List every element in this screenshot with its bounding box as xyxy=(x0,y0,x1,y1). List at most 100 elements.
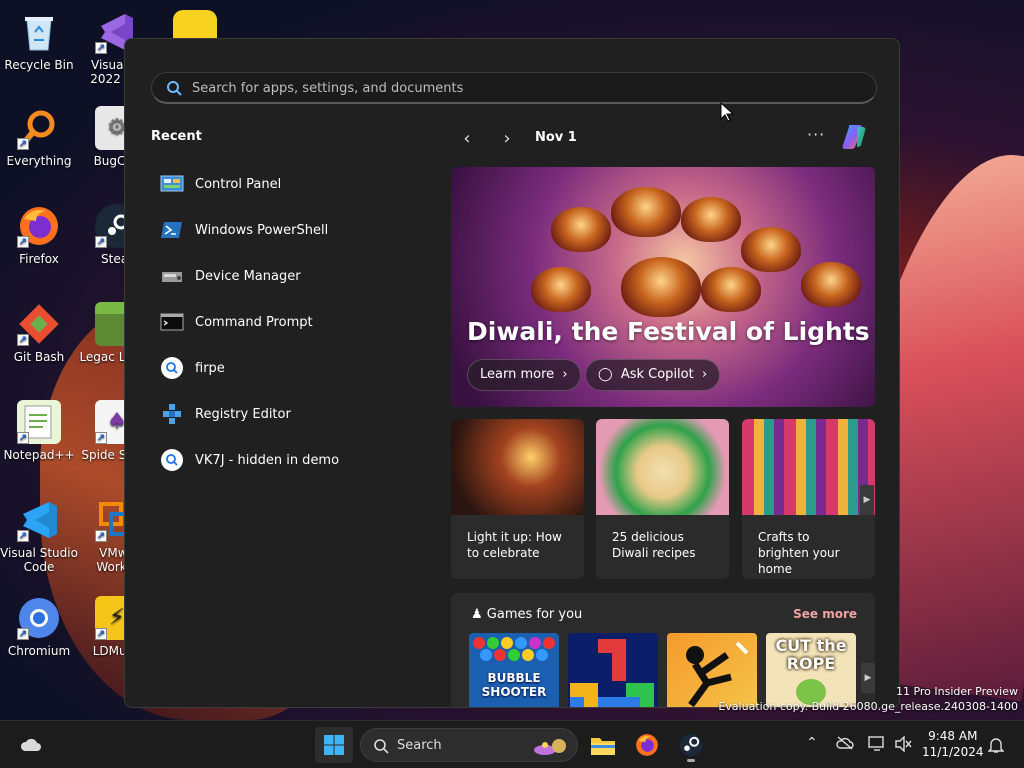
triangle-right-icon: ▶ xyxy=(863,495,871,505)
recent-item-registry-editor[interactable]: Registry Editor xyxy=(151,391,421,437)
diya-image xyxy=(681,197,741,242)
learn-more-button[interactable]: Learn more › xyxy=(467,359,581,391)
recent-item-device-manager[interactable]: Device Manager xyxy=(151,253,421,299)
mouse-cursor-icon xyxy=(720,102,734,122)
volume-muted-icon[interactable] xyxy=(894,736,912,752)
game-title-label: BUBBLE SHOOTER xyxy=(481,671,547,699)
start-search-input[interactable] xyxy=(192,77,852,99)
onedrive-offline-icon[interactable] xyxy=(836,736,854,750)
shortcut-arrow-icon: ↗ xyxy=(17,138,29,150)
game-tile-blocks[interactable] xyxy=(568,633,658,707)
windows-logo-icon xyxy=(324,735,344,755)
taskbar: Search ⌃ 9:48 AM 11/1/2024 xyxy=(0,720,1024,768)
shortcut-arrow-icon: ↗ xyxy=(95,530,107,542)
start-menu: Recent Control Panel Windows PowerShell … xyxy=(124,38,900,708)
taskbar-firefox[interactable] xyxy=(628,727,666,763)
shortcut-arrow-icon: ↗ xyxy=(95,628,107,640)
desktop-icon-chromium[interactable]: ↗ Chromium xyxy=(0,596,78,658)
diya-image xyxy=(801,262,861,307)
weather-widget-button[interactable] xyxy=(12,727,50,763)
registry-editor-icon xyxy=(159,403,185,425)
powershell-icon xyxy=(159,219,185,241)
copilot-icon[interactable] xyxy=(839,121,871,153)
recent-item-control-panel[interactable]: Control Panel xyxy=(151,161,421,207)
desktop-icon-notepadpp[interactable]: ↗ Notepad++ xyxy=(0,400,78,462)
cards-scroll-right-button[interactable]: ▶ xyxy=(860,485,874,515)
shortcut-arrow-icon: ↗ xyxy=(17,432,29,444)
recent-item-command-prompt[interactable]: Command Prompt xyxy=(151,299,421,345)
chevron-right-icon: › xyxy=(558,367,568,382)
shortcut-arrow-icon: ↗ xyxy=(17,530,29,542)
recent-list: Control Panel Windows PowerShell Device … xyxy=(151,161,421,483)
steam-icon xyxy=(679,733,703,757)
show-hidden-icons-chevron-up-icon[interactable]: ⌃ xyxy=(806,735,818,751)
control-panel-icon xyxy=(159,173,185,195)
desktop-icon-git-bash[interactable]: ↗ Git Bash xyxy=(0,302,78,364)
evaluation-watermark: 11 Pro Insider Preview Evaluation copy. … xyxy=(718,685,1018,713)
cloud-icon xyxy=(20,738,41,751)
feed-date: Nov 1 xyxy=(535,130,577,145)
card-image xyxy=(742,419,875,515)
notepadpp-icon: ↗ xyxy=(17,400,61,444)
game-title-label: CUT the ROPE xyxy=(775,636,847,673)
feed-card[interactable]: Light it up: How to celebrate xyxy=(451,419,584,579)
chat-bubble-icon: ◯ xyxy=(598,367,617,382)
shortcut-arrow-icon: ↗ xyxy=(95,236,107,248)
chromium-icon: ↗ xyxy=(17,596,61,640)
diya-image xyxy=(701,267,761,312)
shortcut-arrow-icon: ↗ xyxy=(95,432,107,444)
hero-title: Diwali, the Festival of Lights xyxy=(467,317,870,346)
game-tile-bubble-shooter[interactable]: BUBBLE SHOOTER xyxy=(469,633,559,707)
shortcut-arrow-icon: ↗ xyxy=(17,628,29,640)
search-highlight-diwali-icon xyxy=(534,739,566,755)
running-indicator xyxy=(687,759,695,762)
taskbar-file-explorer[interactable] xyxy=(584,727,622,763)
diya-image xyxy=(531,267,591,312)
recent-item-powershell[interactable]: Windows PowerShell xyxy=(151,207,421,253)
folder-icon xyxy=(591,738,615,755)
notification-bell-icon[interactable] xyxy=(988,736,1004,754)
git-icon: ↗ xyxy=(17,302,61,346)
chevron-right-icon: › xyxy=(697,367,708,382)
games-heading: ♟ Games for you xyxy=(471,607,583,622)
next-button[interactable]: › xyxy=(497,129,517,149)
recent-heading: Recent xyxy=(151,129,202,144)
firefox-icon: ↗ xyxy=(17,204,61,248)
diya-image xyxy=(741,227,801,272)
hero-card[interactable]: Diwali, the Festival of Lights Learn mor… xyxy=(451,167,875,407)
search-icon xyxy=(374,739,389,754)
gamepad-icon: ♟ xyxy=(471,607,487,622)
blocks-art xyxy=(570,639,654,707)
feed-nav: ‹ › Nov 1 ··· xyxy=(451,125,877,153)
diya-image xyxy=(621,257,701,317)
taskbar-steam[interactable] xyxy=(672,727,710,763)
search-icon xyxy=(167,81,182,96)
feed-card[interactable]: 25 delicious Diwali recipes xyxy=(596,419,729,579)
start-button[interactable] xyxy=(315,727,353,763)
shortcut-arrow-icon: ↗ xyxy=(95,42,107,54)
feed-card[interactable]: Crafts to brighten your home xyxy=(742,419,875,579)
taskbar-search-box[interactable]: Search xyxy=(360,728,578,762)
see-more-link[interactable]: See more xyxy=(793,607,857,621)
diya-image xyxy=(611,187,681,237)
recycle-bin-icon xyxy=(17,10,61,54)
ask-copilot-button[interactable]: ◯ Ask Copilot › xyxy=(585,359,721,391)
card-image xyxy=(596,419,729,515)
more-options-button[interactable]: ··· xyxy=(807,125,825,144)
desktop-icon-recycle-bin[interactable]: Recycle Bin xyxy=(0,10,78,72)
search-result-icon xyxy=(159,449,185,471)
device-manager-icon xyxy=(159,265,185,287)
desktop-icon-vscode[interactable]: ↗ Visual Studio Code xyxy=(0,498,78,574)
previous-button[interactable]: ‹ xyxy=(457,129,477,149)
network-icon[interactable] xyxy=(868,736,886,752)
desktop-icon-firefox[interactable]: ↗ Firefox xyxy=(0,204,78,266)
recent-item-search-firpe[interactable]: firpe xyxy=(151,345,421,391)
diya-image xyxy=(551,207,611,252)
taskbar-clock[interactable]: 9:48 AM 11/1/2024 xyxy=(922,728,984,760)
vscode-icon: ↗ xyxy=(17,498,61,542)
triangle-right-icon: ▶ xyxy=(864,673,872,683)
firefox-icon xyxy=(636,734,658,756)
start-search-box[interactable] xyxy=(151,72,877,104)
recent-item-search-vk7j[interactable]: VK7J - hidden in demo xyxy=(151,437,421,483)
desktop-icon-everything[interactable]: ↗ Everything xyxy=(0,106,78,168)
